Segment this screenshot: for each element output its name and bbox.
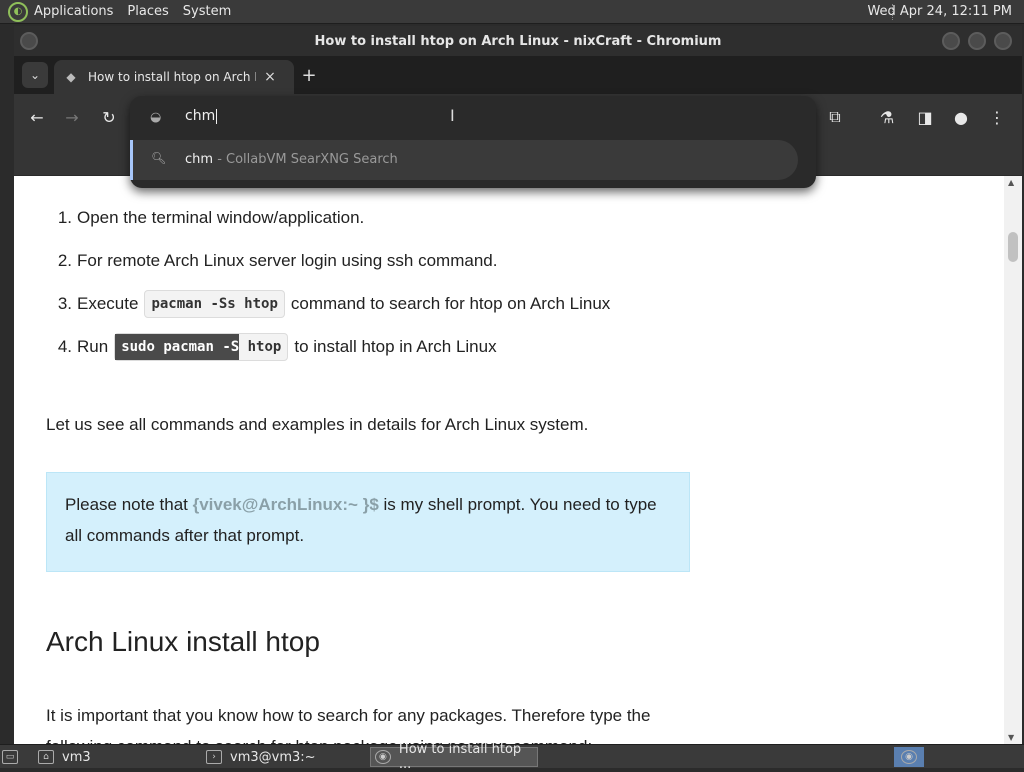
list-item: 3. Execute pacman -Ss htop command to se… [46,282,766,325]
workspace-switcher[interactable]: ◉ [894,747,924,767]
note-box: Please note that {vivek@ArchLinux:~ }$ i… [46,472,690,572]
taskbar: ▭ ⌂ vm3 › vm3@vm3:~ ◉ How to install hto… [0,742,1024,772]
tab-search-chevron-icon[interactable]: ⌄ [22,62,48,88]
shell-prompt: {vivek@ArchLinux:~ }$ [192,495,379,514]
tab-strip: ⌄ ◆ How to install htop on Arch L × + [14,56,1022,94]
list-item: 4. Run sudo pacman -S htop to install ht… [46,325,766,368]
window-menu-icon[interactable] [20,32,38,50]
chromium-icon: ◉ [375,750,391,764]
tab-close-icon[interactable]: × [262,69,278,85]
extensions-icon[interactable]: ⧉ [822,104,848,130]
intro-paragraph: Let us see all commands and examples in … [46,415,589,434]
taskbar-item-terminal[interactable]: › vm3@vm3:~ [206,747,366,767]
scroll-up-arrow-icon[interactable]: ▲ [1008,178,1014,187]
taskbar-item-vm3[interactable]: ⌂ vm3 [38,747,198,767]
omnibox-dropdown[interactable]: ◒ chm I 🔍︎ chm - CollabVM SearXNG Search [130,96,816,188]
code-snippet[interactable]: pacman -Ss htop [144,289,285,318]
menu-places[interactable]: Places [127,4,168,19]
window-title: How to install htop on Arch Linux - nixC… [314,33,722,49]
minimize-button[interactable] [942,32,960,50]
taskbar-item-chromium[interactable]: ◉ How to install htop ... [370,742,538,772]
tab-title: How to install htop on Arch L [88,70,256,84]
text-cursor-icon: I [450,106,455,125]
page-content: 1. Open the terminal window/application.… [14,176,1004,744]
page-scrollbar[interactable]: ▲ ▼ [1004,176,1022,744]
new-tab-button[interactable]: + [298,64,320,86]
more-menu-icon[interactable]: ⋮ [984,104,1010,130]
forward-arrow-icon[interactable]: → [59,104,85,130]
profile-avatar-icon[interactable]: ● [948,104,974,130]
terminal-icon: › [206,750,222,764]
chromium-icon: ◉ [901,750,917,764]
selected-text: sudo pacman -S [115,333,240,360]
section-heading: Arch Linux install htop [46,626,320,657]
clock[interactable]: Wed Apr 24, 12:11 PM [867,4,1012,19]
menu-applications[interactable]: Applications [34,4,113,19]
close-window-button[interactable] [994,32,1012,50]
search-engine-icon: ◒ [150,110,162,125]
menu-system[interactable]: System [183,4,231,19]
maximize-button[interactable] [968,32,986,50]
distro-logo-icon[interactable]: ◐ [8,1,28,22]
search-icon: 🔍︎ [151,151,167,165]
reload-icon[interactable]: ↻ [96,104,122,130]
steps-list: 1. Open the terminal window/application.… [46,196,766,368]
window-titlebar[interactable]: How to install htop on Arch Linux - nixC… [14,26,1022,56]
list-item: 2. For remote Arch Linux server login us… [57,250,498,270]
scroll-thumb[interactable] [1008,232,1018,262]
tab-active[interactable]: ◆ How to install htop on Arch L × [54,60,294,94]
top-panel: ◐ Applications Places System Wed Apr 24,… [0,0,1024,24]
back-arrow-icon[interactable]: ← [24,104,50,130]
address-input[interactable]: chm [185,108,218,124]
show-desktop-icon[interactable]: ▭ [2,747,26,767]
list-item: 1. Open the terminal window/application. [57,207,365,227]
side-panel-icon[interactable]: ◨ [912,104,938,130]
omnibox-suggestion[interactable]: 🔍︎ chm - CollabVM SearXNG Search [130,140,798,180]
body-paragraph: It is important that you know how to sea… [46,706,651,744]
scroll-down-arrow-icon[interactable]: ▼ [1008,733,1014,742]
nixcraft-favicon-icon: ◆ [66,70,76,84]
home-folder-icon: ⌂ [38,750,54,764]
labs-flask-icon[interactable]: ⚗ [874,104,900,130]
code-snippet[interactable]: sudo pacman -S htop [114,332,289,361]
